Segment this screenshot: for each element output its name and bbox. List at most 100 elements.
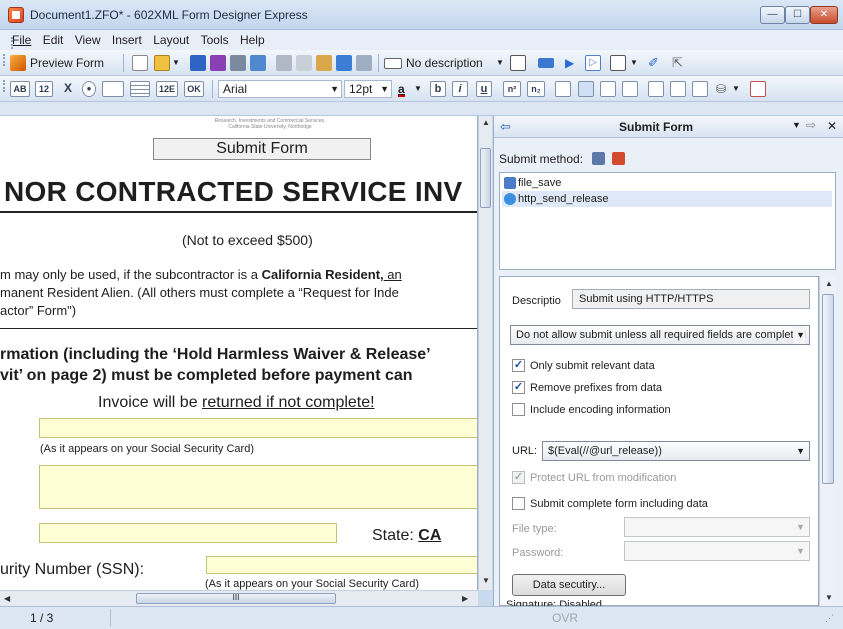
scroll-thumb[interactable]	[480, 148, 491, 208]
underline-button[interactable]: u	[476, 81, 492, 97]
url-select[interactable]: $(Eval(//@url_release)) ▼	[542, 441, 810, 461]
align-center-icon[interactable]	[578, 81, 594, 97]
save-as-icon[interactable]	[210, 55, 226, 71]
remove-prefixes-checkbox[interactable]: ✓ Remove prefixes from data	[512, 381, 662, 395]
preview-form-button[interactable]: Preview Form	[30, 55, 104, 71]
data-security-button[interactable]: Data secutiry...	[512, 574, 626, 596]
checkbox-tool[interactable]: X	[60, 81, 76, 97]
list-item[interactable]: http_send_release	[502, 191, 832, 207]
play-icon[interactable]: ▶	[565, 55, 581, 71]
fill-color-dropdown-icon[interactable]: ▼	[732, 81, 740, 97]
include-encoding-checkbox[interactable]: Include encoding information	[512, 403, 671, 417]
superscript-button[interactable]: n²	[503, 81, 521, 97]
delete-method-icon[interactable]	[612, 152, 625, 165]
grid-dropdown-icon[interactable]: ▼	[630, 55, 638, 71]
paste-icon[interactable]	[316, 55, 332, 71]
bold-button[interactable]: b	[430, 81, 446, 97]
save-icon[interactable]	[190, 55, 206, 71]
font-size-select[interactable]: 12pt ▼	[344, 80, 392, 98]
pointer-icon[interactable]: ⇱	[672, 55, 688, 71]
date-tool[interactable]: 12E	[156, 81, 178, 97]
menu-layout[interactable]: Layout	[153, 33, 189, 47]
cut-icon[interactable]	[276, 55, 292, 71]
scroll-right-icon[interactable]: ▶	[462, 594, 468, 603]
valign-bottom-icon[interactable]	[692, 81, 708, 97]
address-field[interactable]	[39, 465, 477, 509]
panel-close-icon[interactable]: ✕	[827, 119, 837, 133]
valign-middle-icon[interactable]	[670, 81, 686, 97]
italic-button[interactable]: i	[452, 81, 468, 97]
menu-bar: File Edit View Insert Layout Tools Help	[0, 30, 843, 50]
resize-grip-icon[interactable]: ⋰	[825, 613, 834, 624]
minimize-button[interactable]: —	[760, 6, 785, 24]
menu-insert[interactable]: Insert	[112, 33, 142, 47]
menu-file[interactable]: File	[12, 33, 31, 47]
document-vertical-scrollbar[interactable]: ▲ ▼	[478, 116, 492, 590]
name-field[interactable]	[39, 418, 477, 438]
only-relevant-checkbox[interactable]: ✓ Only submit relevant data	[512, 359, 655, 373]
submit-form-button[interactable]: Submit Form	[153, 138, 371, 160]
font-color-dropdown-icon[interactable]: ▼	[414, 81, 422, 97]
validation-select[interactable]: Do not allow submit unless all required …	[510, 325, 810, 345]
sign-icon[interactable]: ✐	[648, 55, 664, 71]
number-field-tool[interactable]: 12	[35, 81, 53, 97]
save-method-icon	[504, 177, 516, 189]
valign-top-icon[interactable]	[648, 81, 664, 97]
panel-menu-icon[interactable]: ▼	[792, 120, 801, 130]
maximize-button[interactable]: ☐	[785, 6, 810, 24]
open-dropdown-icon[interactable]: ▼	[172, 55, 180, 71]
scroll-up-icon[interactable]: ▲	[482, 118, 490, 127]
font-select[interactable]: Arial ▼	[218, 80, 342, 98]
chevron-down-icon: ▼	[330, 84, 339, 94]
submit-methods-list[interactable]: file_save http_send_release	[499, 172, 836, 270]
menu-tools[interactable]: Tools	[201, 33, 229, 47]
document-canvas[interactable]: Research, Investments and Commercial Ser…	[0, 116, 478, 590]
city-field[interactable]	[39, 523, 337, 543]
undo-icon[interactable]	[336, 55, 352, 71]
fill-color-icon[interactable]: ⛁	[716, 81, 726, 97]
redo-icon[interactable]	[356, 55, 372, 71]
properties-scrollbar[interactable]: ▲ ▼	[819, 276, 836, 606]
status-divider	[110, 609, 111, 627]
description-field[interactable]: Submit using HTTP/HTTPS	[572, 289, 810, 309]
close-button[interactable]: ✕	[810, 6, 838, 24]
submit-complete-checkbox[interactable]: Submit complete form including data	[512, 497, 708, 511]
horizontal-scroll-thumb[interactable]: III	[136, 593, 336, 604]
copy-icon[interactable]	[296, 55, 312, 71]
border-icon[interactable]	[750, 81, 766, 97]
justify-icon[interactable]	[622, 81, 638, 97]
list-item[interactable]: file_save	[502, 175, 832, 191]
document-horizontal-scrollbar[interactable]: ◀ III ▶	[0, 590, 478, 606]
layout-icon[interactable]	[510, 55, 526, 71]
scroll-left-icon[interactable]: ◀	[4, 594, 10, 603]
open-folder-icon[interactable]	[154, 55, 170, 71]
combo-tool-icon[interactable]	[102, 81, 124, 97]
properties-scroll-thumb[interactable]	[822, 294, 834, 484]
scroll-down-icon[interactable]: ▼	[825, 593, 833, 602]
scroll-up-icon[interactable]: ▲	[825, 279, 833, 288]
back-arrow-icon[interactable]: ⇦	[500, 119, 511, 135]
description-dropdown[interactable]: No description	[406, 55, 483, 71]
menu-view[interactable]: View	[75, 33, 101, 47]
run-icon[interactable]: ▷	[585, 55, 601, 71]
add-method-icon[interactable]	[592, 152, 605, 165]
subscript-button[interactable]: n₂	[527, 81, 545, 97]
print-preview-icon[interactable]	[250, 55, 266, 71]
forward-arrow-icon[interactable]: ⇨	[806, 118, 816, 132]
radio-tool-icon[interactable]: ●	[82, 81, 96, 97]
ssn-field[interactable]	[206, 556, 477, 574]
print-icon[interactable]	[230, 55, 246, 71]
menu-help[interactable]: Help	[240, 33, 265, 47]
tab-order-icon[interactable]	[538, 58, 554, 68]
button-tool[interactable]: OK	[184, 81, 204, 97]
grid-icon[interactable]	[610, 55, 626, 71]
scroll-down-icon[interactable]: ▼	[482, 576, 490, 585]
align-right-icon[interactable]	[600, 81, 616, 97]
text-field-tool[interactable]: AB	[10, 81, 30, 97]
description-dropdown-arrow-icon[interactable]: ▼	[496, 55, 504, 71]
font-color-icon[interactable]: a	[398, 81, 405, 97]
menu-edit[interactable]: Edit	[43, 33, 64, 47]
list-tool-icon[interactable]	[130, 81, 150, 97]
align-left-icon[interactable]	[555, 81, 571, 97]
new-document-icon[interactable]	[132, 55, 148, 71]
